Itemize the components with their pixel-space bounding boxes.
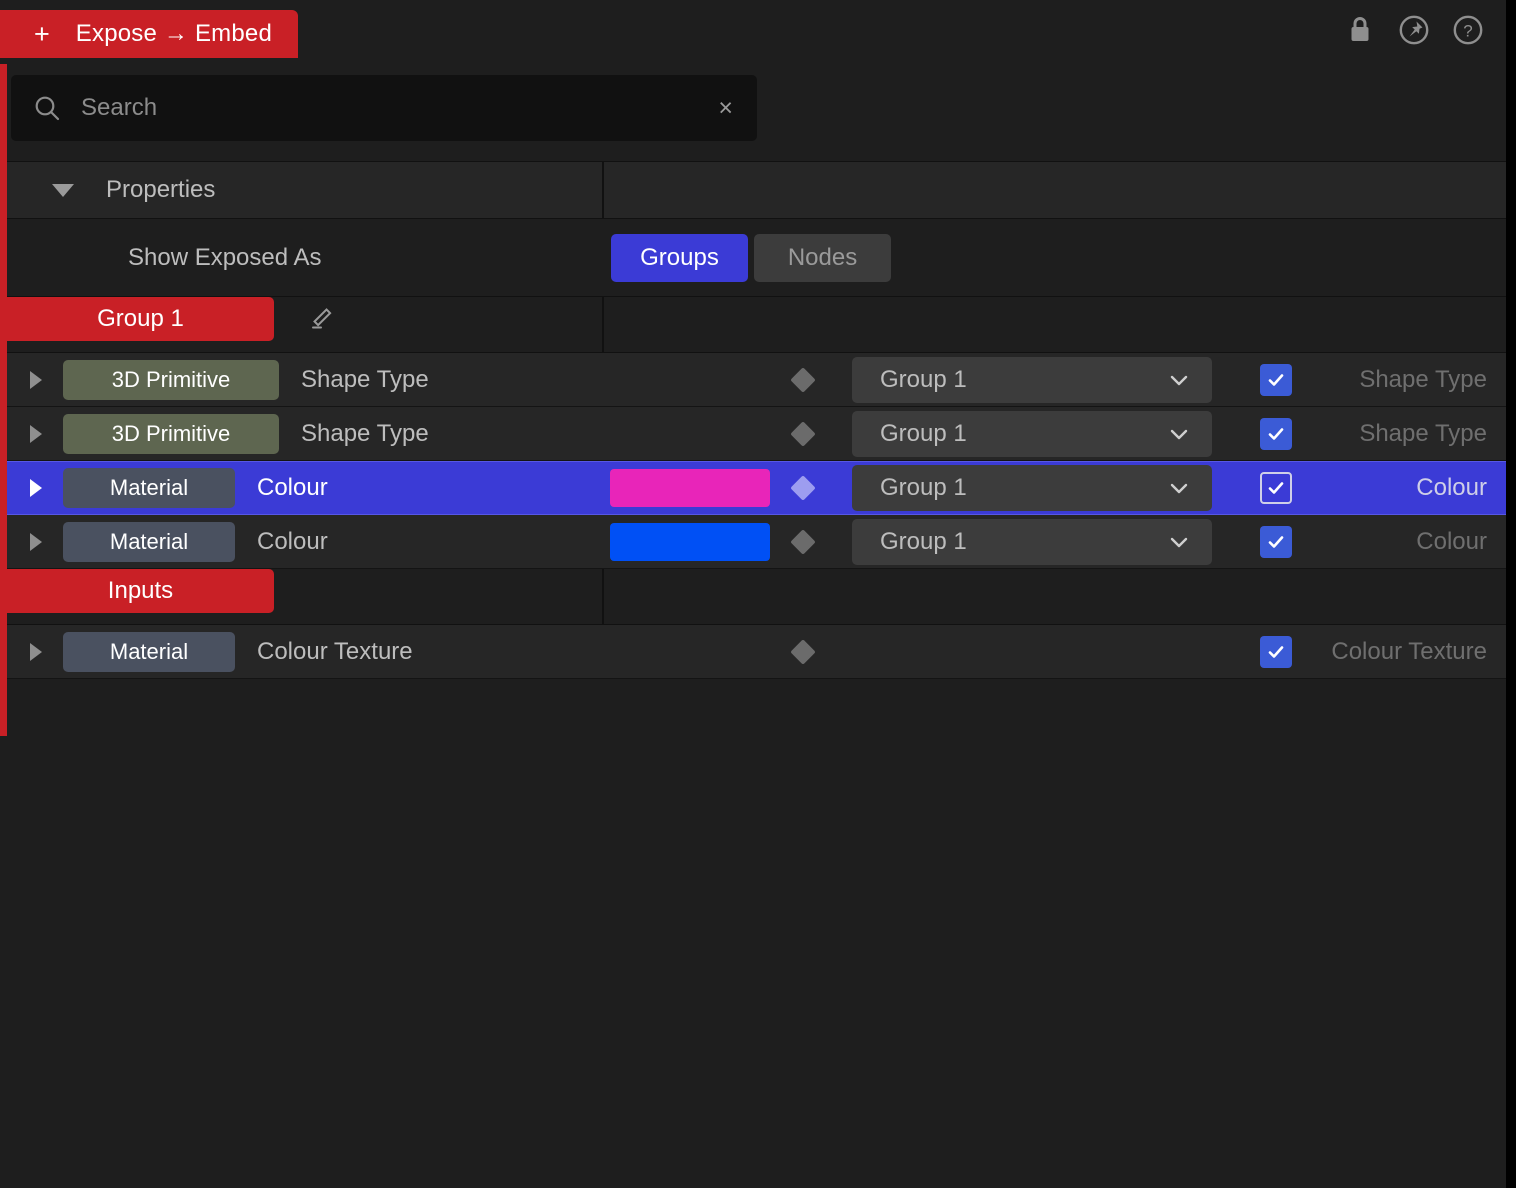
table-row[interactable]: 3D Primitive Shape Type Group 1 Shape Type [7,407,1506,461]
group-select[interactable]: Group 1 [852,356,1212,403]
chevron-right-icon[interactable] [30,642,42,661]
expose-checkbox[interactable] [1260,417,1292,450]
segment-nodes[interactable]: Nodes [754,233,891,282]
group1-rows: 3D Primitive Shape Type Group 1 Shape Type 3… [7,353,1506,569]
lock-icon[interactable] [1344,14,1376,46]
pencil-icon[interactable] [299,303,341,337]
exposed-properties-list: Properties Show Exposed As Groups Nodes … [7,161,1506,679]
topbar-icon-group: ? [1344,14,1484,46]
exposed-property-name: Colour [1416,527,1487,555]
panel-topbar: + Expose → Embed ? [0,0,1506,58]
expose-checkbox[interactable] [1260,363,1292,396]
search-icon [33,94,61,122]
column-divider [602,162,604,218]
keyframe-diamond-icon[interactable] [790,366,816,393]
search-input[interactable] [81,94,719,122]
group-select-value: Group 1 [880,365,967,393]
column-divider [602,297,604,352]
clear-search-icon[interactable]: × [718,95,733,121]
exposed-property-name: Colour [1416,474,1487,501]
group-select[interactable]: Group 1 [852,465,1212,511]
node-type-chip[interactable]: Material [63,631,235,672]
expose-checkbox[interactable] [1260,472,1292,504]
svg-text:?: ? [1463,22,1472,41]
segment-groups[interactable]: Groups [611,233,748,282]
group-select-value: Group 1 [880,419,967,447]
keyframe-diamond-icon[interactable] [790,528,816,555]
property-name: Colour Texture [257,637,413,665]
exposed-property-name: Shape Type [1359,365,1487,393]
colour-swatch[interactable] [610,522,770,561]
node-type-chip[interactable]: 3D Primitive [63,359,279,400]
inputs-rows: Material Colour Texture Colour Texture [7,625,1506,679]
keyframe-diamond-icon[interactable] [790,475,816,501]
exposed-property-name: Shape Type [1359,419,1487,447]
group-select[interactable]: Group 1 [852,518,1212,565]
chevron-right-icon[interactable] [30,532,42,551]
chevron-right-icon[interactable] [30,424,42,443]
chevron-down-icon [1168,477,1190,499]
show-exposed-as-label: Show Exposed As [128,243,322,271]
pin-icon[interactable] [1398,14,1430,46]
property-name: Colour [257,474,328,501]
group-tab-label[interactable]: Group 1 [7,297,274,341]
expose-embed-tab[interactable]: + Expose → Embed [0,10,299,58]
search-bar[interactable]: × [11,75,757,141]
group-header-group1: Group 1 [7,297,1506,353]
table-row[interactable]: Material Colour Group 1 Colour [7,515,1506,569]
expose-embed-tab-label: Expose → Embed [75,20,273,47]
table-row[interactable]: 3D Primitive Shape Type Group 1 Shape Type [7,353,1506,407]
group-select[interactable]: Group 1 [852,410,1212,457]
property-name: Shape Type [301,419,429,447]
group-select-value: Group 1 [880,527,967,555]
node-type-chip[interactable]: 3D Primitive [63,413,279,454]
property-name: Shape Type [301,365,429,393]
app-root: + Expose → Embed ? Search × Properties S… [0,0,1516,1188]
add-icon[interactable]: + [34,20,50,48]
node-type-chip[interactable]: Material [63,468,235,508]
keyframe-diamond-icon[interactable] [790,420,816,447]
table-row[interactable]: Material Colour Group 1 Colour [7,461,1506,515]
chevron-down-icon [1168,369,1190,391]
chevron-down-icon [1168,423,1190,445]
column-divider [602,569,604,624]
group-color-rail [0,64,7,736]
show-exposed-as-segmented: Groups Nodes [611,233,891,282]
section-title-properties: Properties [106,176,216,203]
group-header-inputs: Inputs [7,569,1506,625]
expose-checkbox[interactable] [1260,525,1292,558]
group-select-value: Group 1 [880,474,967,501]
colour-swatch[interactable] [610,469,770,507]
chevron-down-icon [1168,531,1190,553]
help-icon[interactable]: ? [1452,14,1484,46]
show-exposed-as-row: Show Exposed As Groups Nodes [7,219,1506,297]
expose-checkbox[interactable] [1260,635,1292,668]
chevron-right-icon[interactable] [30,370,42,389]
chevron-down-icon[interactable] [52,183,74,197]
table-row[interactable]: Material Colour Texture Colour Texture [7,625,1506,679]
section-header-properties[interactable]: Properties [7,161,1506,219]
inputs-tab-label[interactable]: Inputs [7,569,274,613]
exposed-property-name: Colour Texture [1331,637,1487,665]
expose-embed-panel: + Expose → Embed ? Search × Properties S… [0,0,1506,1188]
property-name: Colour [257,527,328,555]
node-type-chip[interactable]: Material [63,521,235,562]
chevron-right-icon[interactable] [30,479,42,497]
keyframe-diamond-icon[interactable] [790,638,816,665]
